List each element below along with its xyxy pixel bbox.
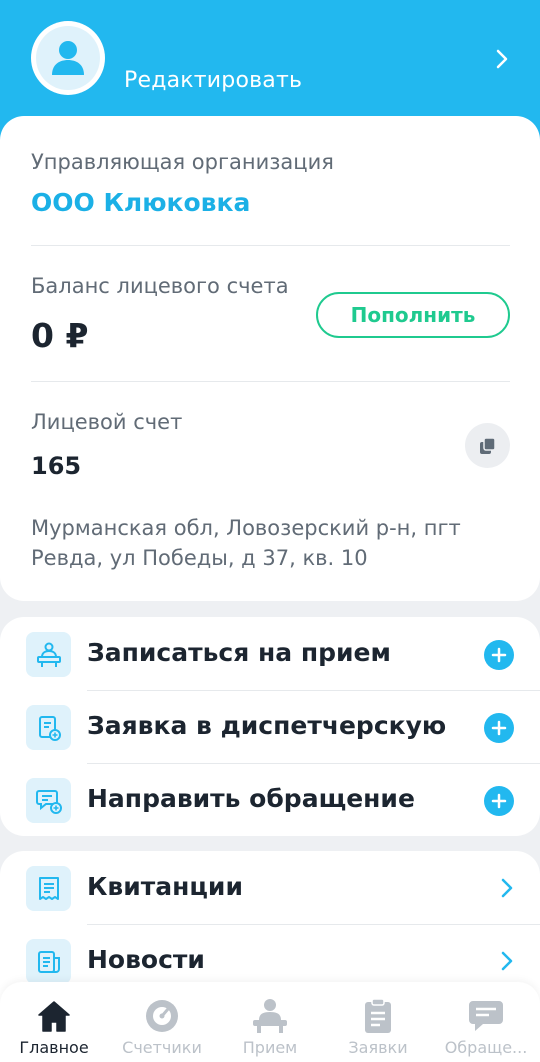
reception-icon [250, 998, 290, 1034]
nav-label: Заявки [348, 1038, 408, 1057]
org-name-link[interactable]: ООО Клюковка [31, 188, 250, 217]
divider [31, 245, 510, 246]
list-item-appointment[interactable]: Записаться на прием [0, 618, 540, 691]
nav-item-requests[interactable]: Заявки [324, 982, 432, 1062]
requests-icon [358, 998, 398, 1034]
nav-item-home[interactable]: Главное [0, 982, 108, 1062]
edit-profile-link[interactable]: Редактировать [124, 68, 302, 93]
list-item-dispatch-request[interactable]: Заявка в диспетчерскую [0, 691, 540, 764]
divider [31, 381, 510, 382]
nav-item-reception[interactable]: Прием [216, 982, 324, 1062]
nav-item-appeals[interactable]: Обраще... [432, 982, 540, 1062]
appeal-message-icon [26, 778, 71, 823]
topup-button[interactable]: Пополнить [316, 292, 510, 338]
nav-label: Прием [242, 1038, 298, 1057]
plus-icon[interactable] [484, 713, 514, 743]
plus-icon[interactable] [484, 640, 514, 670]
avatar[interactable] [31, 21, 105, 95]
list-item-receipts[interactable]: Квитанции [0, 852, 540, 925]
actions-card: Записаться на прием Заявка в диспетчерск… [0, 617, 540, 836]
news-icon [26, 939, 71, 984]
bottom-nav: Главное Счетчики Прием Заявки Обраще... [0, 982, 540, 1062]
reception-desk-icon [26, 632, 71, 677]
account-label: Лицевой счет [31, 410, 183, 434]
nav-label: Счетчики [122, 1038, 202, 1057]
nav-item-meters[interactable]: Счетчики [108, 982, 216, 1062]
chevron-right-icon [498, 877, 516, 899]
balance-label: Баланс лицевого счета [31, 274, 289, 298]
user-avatar-icon [36, 26, 100, 90]
request-form-icon [26, 705, 71, 750]
chevron-right-icon [498, 950, 516, 972]
list-item-label: Заявка в диспетчерскую [87, 711, 447, 740]
address-text: Мурманская обл, Ловозерский р-н, пгт Рев… [31, 516, 461, 570]
plus-icon[interactable] [484, 786, 514, 816]
copy-icon [479, 436, 496, 454]
chat-icon [466, 998, 506, 1034]
meter-icon [142, 998, 182, 1034]
chevron-right-icon[interactable] [492, 48, 512, 70]
list-item-appeal[interactable]: Направить обращение [0, 764, 540, 837]
list-item-label: Направить обращение [87, 784, 415, 813]
balance-value: 0 ₽ [31, 316, 89, 355]
list-item-label: Новости [87, 945, 205, 974]
receipt-icon [26, 866, 71, 911]
nav-label: Обраще... [444, 1038, 528, 1057]
copy-button[interactable] [465, 423, 510, 468]
account-number: 165 [31, 452, 82, 480]
org-label: Управляющая организация [31, 150, 334, 174]
nav-label: Главное [19, 1038, 89, 1057]
home-icon [34, 998, 74, 1034]
list-item-label: Записаться на прием [87, 638, 391, 667]
list-item-label: Квитанции [87, 872, 243, 901]
